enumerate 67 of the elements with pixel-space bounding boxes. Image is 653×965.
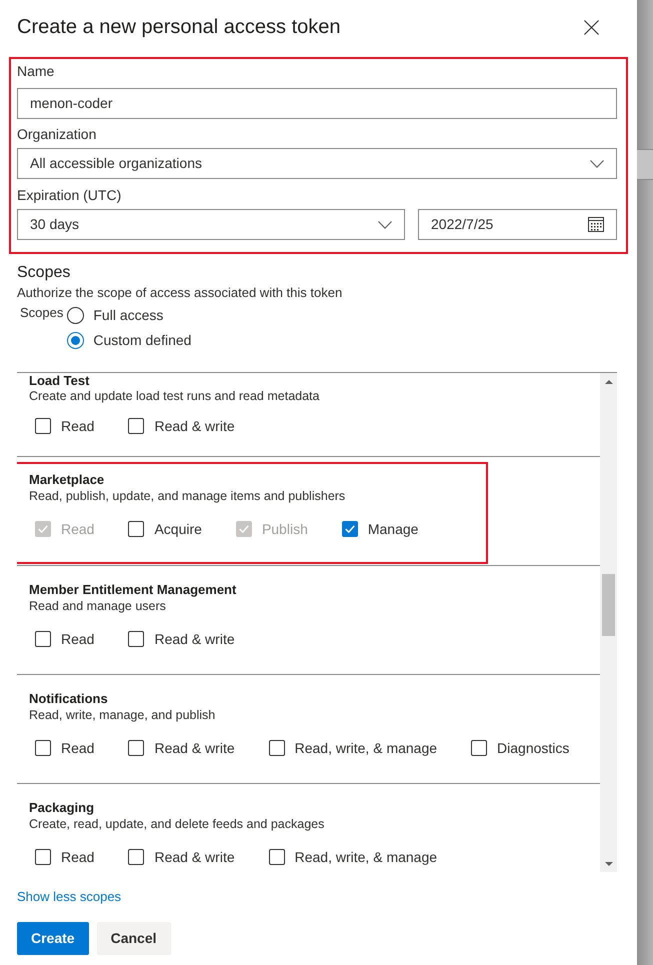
checkbox[interactable] (128, 631, 144, 647)
check-icon (38, 525, 48, 533)
checkbox-label: Read, write, & manage (294, 848, 438, 867)
expiration-select[interactable]: 30 days (17, 209, 405, 240)
checkbox[interactable] (128, 418, 144, 434)
scope-description: Read, write, manage, and publish (29, 707, 216, 724)
scrollbar[interactable] (600, 373, 617, 872)
dialog-title: Create a new personal access token (17, 15, 341, 40)
radio-label: Custom defined (93, 331, 192, 350)
checkbox[interactable] (35, 740, 51, 756)
scrollbar-thumb[interactable] (602, 574, 615, 636)
scope-description: Read, publish, update, and manage items and publishers (29, 488, 346, 505)
radio-group-label: Scopes (20, 305, 64, 321)
date-input[interactable]: 2022/7/25 (418, 209, 617, 240)
checkbox-label: Read (61, 739, 94, 758)
checkbox[interactable] (128, 849, 144, 865)
checkbox-label: Read & write (154, 417, 235, 436)
checkbox[interactable] (35, 849, 51, 865)
checkbox-label: Diagnostics (497, 739, 570, 758)
scope-title: Load Test (29, 373, 90, 388)
name-input[interactable]: menon-coder (17, 88, 617, 119)
checkbox[interactable] (471, 740, 488, 756)
checkbox[interactable] (35, 631, 51, 647)
field-label: Expiration (UTC) (17, 186, 122, 204)
checkbox-label: Read (61, 417, 94, 436)
checkbox-label: Read (61, 848, 94, 867)
checkbox[interactable] (128, 521, 144, 537)
checkbox-label: Read & write (154, 630, 235, 649)
checkbox-label: Read (61, 630, 94, 649)
checkbox[interactable] (35, 418, 51, 434)
radio-label: Full access (93, 306, 164, 325)
scope-description: Create and update load test runs and read metadata (29, 388, 320, 405)
field-label: Organization (17, 125, 98, 143)
radio-button[interactable] (67, 332, 84, 348)
checkbox-label: Read, write, & manage (294, 739, 438, 758)
scroll-up-icon[interactable] (604, 380, 612, 384)
scope-description: Read and manage users (29, 598, 167, 615)
organization-select[interactable]: All accessible organizations (17, 148, 617, 179)
scope-title: Packaging (29, 799, 96, 816)
checkbox-label: Acquire (154, 520, 202, 539)
checkbox[interactable] (268, 740, 285, 756)
checkbox[interactable] (128, 740, 144, 756)
check-icon (238, 525, 249, 533)
checkbox[interactable] (268, 849, 285, 865)
checkbox[interactable] (342, 521, 358, 537)
section-heading: Scopes (17, 263, 72, 283)
chevron-down-icon (378, 220, 392, 228)
field-label: Name (17, 62, 56, 80)
checkbox-label: Manage (368, 520, 418, 539)
scope-title: Notifications (29, 690, 109, 707)
checkbox-label: Read & write (154, 848, 235, 867)
scope-title: Member Entitlement Management (29, 581, 238, 598)
checkbox-label: Read & write (154, 739, 235, 758)
show-less-link[interactable]: Show less scopes (17, 888, 122, 906)
cancel-button[interactable]: Cancel (96, 922, 171, 955)
scope-title: Marketplace (29, 471, 106, 488)
radio-button[interactable] (67, 306, 84, 324)
create-button[interactable]: Create (17, 922, 89, 955)
close-icon[interactable] (584, 20, 599, 34)
checkbox-label: Publish (262, 520, 308, 539)
scroll-down-icon[interactable] (604, 862, 612, 866)
check-icon (344, 525, 355, 533)
calendar-icon[interactable] (588, 217, 604, 232)
scope-description: Create, read, update, and delete feeds and packages (29, 816, 326, 833)
checkbox-label: Read (61, 520, 94, 539)
section-description: Authorize the scope of access associated with this token (17, 284, 344, 302)
chevron-down-icon (590, 160, 604, 168)
